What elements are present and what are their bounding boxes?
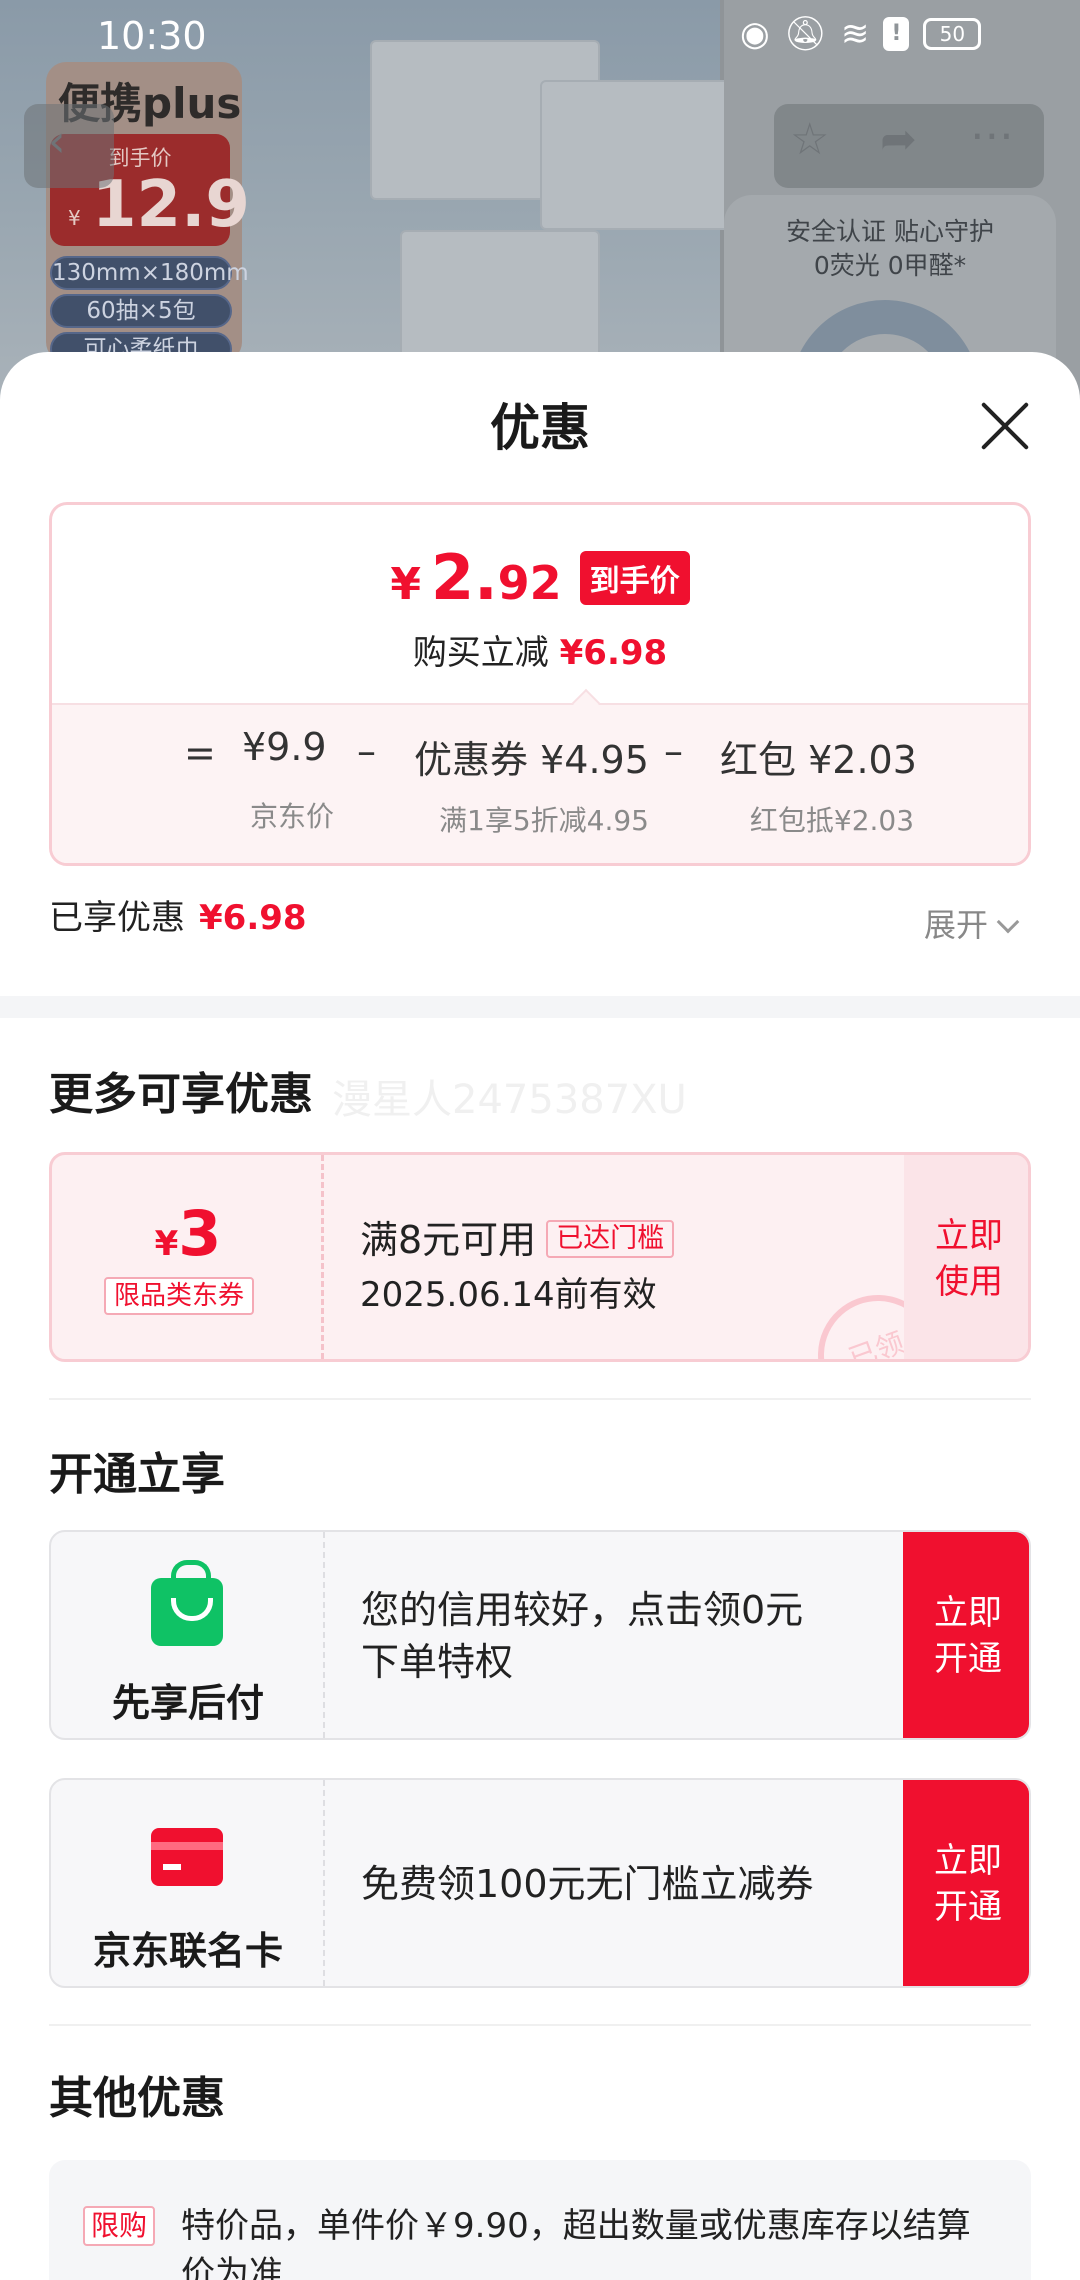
jd-card-card[interactable]: 京东联名卡 免费领100元无门槛立减券 立即 开通 bbox=[49, 1778, 1031, 1988]
open-offers-title: 开通立享 bbox=[49, 1449, 225, 1500]
redpacket-sub: 红包抵¥2.03 bbox=[749, 804, 915, 837]
calc-area bbox=[52, 703, 1028, 863]
share-icon[interactable]: ➦ bbox=[880, 114, 917, 165]
use-coupon-button[interactable]: 立即 使用 bbox=[904, 1155, 1028, 1359]
redpacket-value: ¥2.03 bbox=[808, 738, 917, 782]
coupon-value-area: ¥3 限品类东券 bbox=[52, 1155, 324, 1359]
limit-tag: 限购 bbox=[83, 2206, 156, 2246]
wifi-icon: ≋ bbox=[840, 14, 870, 54]
chevron-down-icon bbox=[996, 910, 1020, 934]
coupon-sub: 满1享5折减4.95 bbox=[439, 804, 649, 837]
other-offer-text: 特价品，单件价￥9.90，超出数量或优惠库存以结算价为准 bbox=[181, 2206, 971, 2280]
status-icons: ◉ 🔕︎ ≋ ! 50 bbox=[740, 14, 982, 54]
coupon-value: ¥4.95 bbox=[540, 738, 649, 782]
spec-pill: 130mm×180mm bbox=[50, 256, 249, 290]
tissue-pack-image bbox=[540, 80, 740, 230]
price-breakdown: ¥ 2. 92 到手价 购买立减 ¥6.98 = ¥9.9 京东价 – 优惠券 … bbox=[49, 502, 1031, 866]
pay-later-desc-line: 下单特权 bbox=[361, 1640, 514, 1684]
star-icon[interactable]: ☆ bbox=[790, 114, 829, 165]
more-icon[interactable]: ⋯ bbox=[970, 110, 1014, 161]
coupon-yen: ¥ bbox=[154, 1224, 179, 1264]
open-button-label: 开通 bbox=[934, 1639, 1002, 1679]
watermark: 漫星人2475387XU bbox=[332, 1077, 687, 1123]
coupon-condition: 满8元可用 已达门槛 bbox=[360, 1209, 675, 1264]
shopping-bag-icon bbox=[151, 1560, 223, 1646]
battery-icon: 50 bbox=[923, 18, 982, 50]
spec-pill: 60抽×5包 bbox=[50, 294, 232, 328]
pay-later-desc-line: 您的信用较好，点击领0元 bbox=[361, 1588, 804, 1632]
redpacket-amount: 红包 ¥2.03 bbox=[720, 729, 917, 784]
enjoyed-label: 已享优惠 bbox=[49, 898, 185, 938]
alert-icon: ! bbox=[883, 17, 910, 51]
section-divider bbox=[0, 996, 1080, 1018]
minus-sign: – bbox=[664, 729, 683, 773]
instant-cut: 购买立减 ¥6.98 bbox=[52, 625, 1028, 674]
open-pay-later-button[interactable]: 立即 开通 bbox=[903, 1532, 1029, 1738]
product-page-background: 安全认证 贴心守护 0荧光 0甲醛* 便携plus 到手价 ¥ 12.9 130… bbox=[0, 0, 1080, 400]
use-coupon-label: 使用 bbox=[935, 1262, 1003, 1302]
minus-sign: – bbox=[357, 729, 376, 773]
credit-card-icon bbox=[151, 1828, 223, 1886]
coupon-amount: 优惠券 ¥4.95 bbox=[414, 729, 649, 784]
coupon-number: 3 bbox=[178, 1197, 222, 1270]
jd-card-name: 京东联名卡 bbox=[92, 1929, 283, 1973]
final-price-tag: 到手价 bbox=[579, 551, 690, 605]
badge-price: 12.9 bbox=[92, 168, 250, 242]
pay-later-card[interactable]: 先享后付 您的信用较好，点击领0元 下单特权 立即 开通 bbox=[49, 1530, 1031, 1740]
threshold-reached-tag: 已达门槛 bbox=[546, 1220, 675, 1258]
redpacket-label: 红包 bbox=[720, 738, 797, 782]
instant-cut-label: 购买立减 bbox=[412, 633, 549, 673]
back-button[interactable] bbox=[24, 104, 114, 188]
expand-button[interactable]: 展开 bbox=[924, 900, 1020, 946]
final-price-yen: ¥ bbox=[390, 559, 421, 610]
final-price-dec: 92 bbox=[497, 556, 562, 610]
open-button-label: 立即 bbox=[934, 1841, 1002, 1881]
status-time: 10:30 bbox=[97, 14, 207, 58]
open-button-label: 开通 bbox=[934, 1887, 1002, 1927]
pay-later-name: 先享后付 bbox=[111, 1681, 264, 1725]
final-price-int: 2. bbox=[430, 541, 498, 614]
use-coupon-label: 立即 bbox=[935, 1216, 1003, 1256]
feature-card-text: 安全认证 贴心守护 0荧光 0甲醛* bbox=[786, 217, 994, 280]
back-icon: ‹ bbox=[48, 116, 66, 167]
bell-off-icon: 🔕︎ bbox=[783, 14, 827, 54]
pay-later-desc: 您的信用较好，点击领0元 下单特权 bbox=[361, 1584, 803, 1688]
coupon-face-value: ¥3 bbox=[52, 1197, 324, 1270]
equals-sign: = bbox=[184, 731, 216, 775]
eye-icon: ◉ bbox=[740, 14, 770, 54]
divider bbox=[49, 2024, 1031, 2026]
jd-price-label: 京东价 bbox=[249, 800, 334, 833]
jd-card-brand: 京东联名卡 bbox=[51, 1780, 325, 1986]
open-jd-card-button[interactable]: 立即 开通 bbox=[903, 1780, 1029, 1986]
final-price-row: ¥ 2. 92 到手价 bbox=[52, 545, 1028, 611]
coupon-validity: 2025.06.14前有效 bbox=[360, 1275, 657, 1315]
other-offer-item: 限购 特价品，单件价￥9.90，超出数量或优惠库存以结算价为准 bbox=[49, 2160, 1031, 2280]
coupon-type-tag: 限品类东券 bbox=[104, 1277, 255, 1315]
jd-card-desc: 免费领100元无门槛立减券 bbox=[361, 1862, 814, 1906]
more-offers-title: 更多可享优惠 bbox=[49, 1069, 313, 1120]
sheet-title: 优惠 bbox=[490, 399, 590, 457]
close-icon[interactable] bbox=[975, 396, 1035, 456]
enjoyed-discount: 已享优惠 ¥6.98 bbox=[49, 890, 307, 939]
enjoyed-amount: ¥6.98 bbox=[199, 898, 307, 938]
jd-price: ¥9.9 bbox=[242, 725, 327, 769]
divider bbox=[49, 1398, 1031, 1400]
instant-cut-amount: ¥6.98 bbox=[559, 633, 668, 673]
coupon-card[interactable]: ¥3 限品类东券 满8元可用 已达门槛 2025.06.14前有效 已领 立即 使… bbox=[49, 1152, 1031, 1362]
discount-sheet: 优惠 ¥ 2. 92 到手价 购买立减 ¥6.98 = ¥9.9 京东价 – 优… bbox=[0, 352, 1080, 2280]
tissue-pack-image bbox=[400, 230, 600, 360]
coupon-condition-text: 满8元可用 bbox=[360, 1218, 537, 1262]
coupon-label: 优惠券 bbox=[414, 738, 529, 782]
expand-label: 展开 bbox=[924, 906, 989, 944]
open-button-label: 立即 bbox=[934, 1593, 1002, 1633]
badge-yen: ¥ bbox=[68, 206, 81, 230]
final-price-area: ¥ 2. 92 到手价 购买立减 ¥6.98 bbox=[52, 505, 1028, 703]
other-offers-title: 其他优惠 bbox=[49, 2073, 225, 2124]
pay-later-brand: 先享后付 bbox=[51, 1532, 325, 1738]
